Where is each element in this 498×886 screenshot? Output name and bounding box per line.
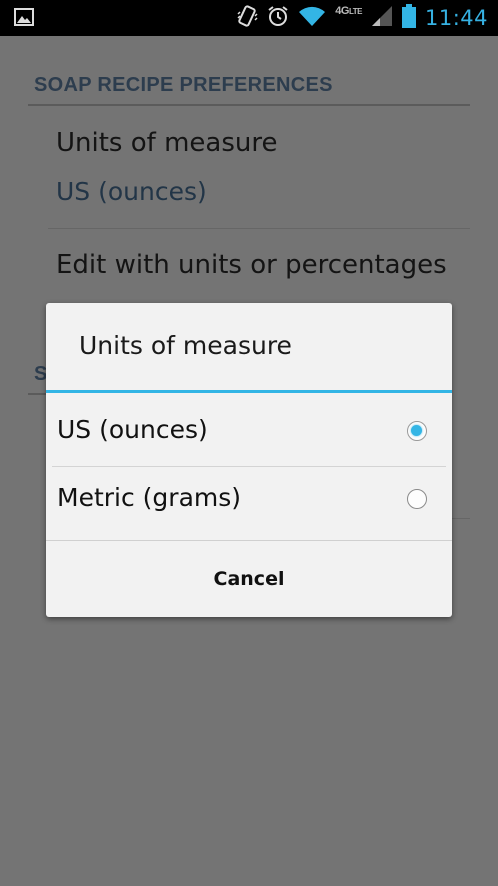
units-dialog: Units of measure US (ounces) Metric (gra… (46, 303, 452, 617)
network-type-label: 4GLTE (335, 5, 362, 17)
pref-divider (452, 518, 470, 519)
pref-divider (48, 228, 470, 229)
section-header: SOAP RECIPE PREFERENCES (34, 74, 333, 96)
wifi-icon (298, 5, 326, 31)
radio-checked-icon[interactable] (407, 421, 427, 441)
dialog-title: Units of measure (79, 331, 292, 360)
radio-unchecked-icon[interactable] (407, 489, 427, 509)
section-divider (28, 104, 470, 106)
pref-title: Units of measure (56, 128, 278, 158)
pref-summary: US (ounces) (56, 177, 207, 206)
status-bar: 4GLTE 11:44 (0, 0, 498, 36)
cancel-button[interactable]: Cancel (46, 541, 452, 617)
option-us-ounces[interactable]: US (ounces) (46, 400, 452, 466)
option-label: Metric (grams) (57, 483, 242, 512)
alarm-icon (267, 5, 289, 31)
pref-title: Edit with units or percentages (56, 250, 447, 280)
option-metric-grams[interactable]: Metric (grams) (46, 468, 452, 534)
image-notification-icon (14, 8, 34, 30)
signal-icon (371, 5, 393, 31)
clock: 11:44 (424, 6, 488, 30)
section-divider (28, 393, 48, 395)
option-divider (52, 466, 446, 467)
vibrate-icon (236, 4, 258, 32)
dialog-title-divider (46, 390, 452, 393)
battery-icon (401, 4, 416, 32)
option-label: US (ounces) (57, 415, 208, 444)
